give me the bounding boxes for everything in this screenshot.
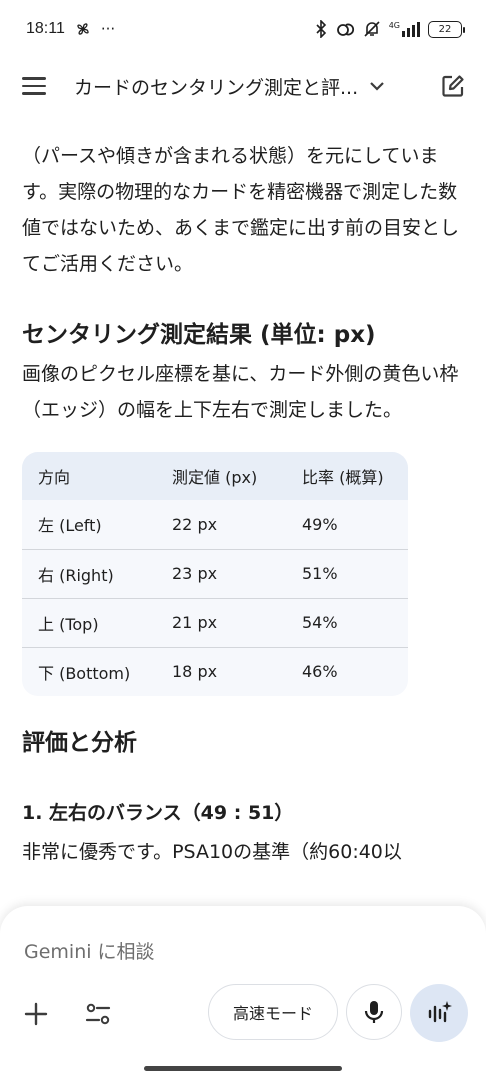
table-cell: 上 (Top)	[22, 597, 156, 647]
results-description: 画像のピクセル座標を基に、カード外側の黄色い枠（エッジ）の幅を上下左右で測定しま…	[22, 363, 459, 421]
edit-icon[interactable]	[440, 73, 466, 99]
table-row: 上 (Top) 21 px 54%	[22, 597, 408, 647]
prompt-input[interactable]: Gemini に相談	[24, 937, 155, 964]
mic-icon	[364, 1001, 384, 1023]
menu-icon[interactable]	[22, 72, 50, 100]
subsection-paragraph: 非常に優秀です。PSA10の基準（約60:40以	[22, 841, 402, 863]
table-cell: 23 px	[156, 548, 286, 598]
mic-button[interactable]	[346, 984, 402, 1040]
table-cell: 22 px	[172, 514, 218, 534]
live-button[interactable]	[410, 984, 468, 1042]
table-cell: 46%	[286, 646, 408, 696]
mode-label: 高速モード	[232, 1004, 313, 1023]
table-cell: 下 (Bottom)	[22, 646, 156, 696]
battery-icon: 22	[428, 20, 465, 38]
app-bar: カードのセンタリング測定と評...	[0, 58, 486, 114]
subsection-heading: 1. 左右のバランス（49 : 51）	[22, 802, 294, 824]
table-cell: 左 (Left)	[38, 516, 102, 536]
network-label: 4G	[388, 21, 400, 30]
table-cell: 51%	[286, 548, 408, 598]
pinwheel-icon	[77, 23, 89, 35]
intro-paragraph: （パースや傾きが含まれる状態）を元にしています。実際の物理的なカードを精密機器で…	[22, 145, 460, 275]
bluetooth-icon	[316, 20, 326, 38]
table-header-cell: 方向	[38, 468, 71, 487]
section-heading-analysis: 評価と分析	[22, 730, 137, 756]
table-cell: 49%	[302, 514, 338, 534]
table-header-cell: 比率 (概算)	[302, 468, 384, 487]
table-row: 下 (Bottom) 18 px 46%	[22, 646, 408, 696]
status-overflow: ···	[100, 20, 116, 38]
response-content: （パースや傾きが含まれる状態）を元にしています。実際の物理的なカードを精密機器で…	[22, 138, 462, 870]
centering-table: 方向 測定値 (px) 比率 (概算) 左 (Left) 22 px 49% 右…	[22, 452, 408, 696]
table-cell: 21 px	[156, 597, 286, 647]
tools-icon[interactable]	[84, 1000, 112, 1028]
link-icon	[336, 23, 354, 36]
table-cell: 右 (Right)	[22, 548, 156, 598]
table-header-cell: 測定値 (px)	[172, 468, 258, 487]
mode-selector-button[interactable]: 高速モード	[208, 984, 338, 1040]
battery-level: 22	[438, 23, 452, 35]
home-indicator	[144, 1066, 342, 1071]
table-cell: 18 px	[156, 646, 286, 696]
live-icon	[428, 1001, 452, 1023]
chevron-down-icon[interactable]	[366, 75, 388, 97]
table-header-row: 方向 測定値 (px) 比率 (概算)	[22, 452, 408, 500]
plus-icon[interactable]	[22, 1000, 50, 1028]
section-heading-results: センタリング測定結果 (単位: px)	[22, 322, 376, 348]
status-bar: 18:11 ··· 4G 22	[0, 0, 486, 58]
table-row: 右 (Right) 23 px 51%	[22, 548, 408, 598]
table-cell: 54%	[286, 597, 408, 647]
status-time: 18:11	[26, 20, 65, 37]
conversation-title[interactable]: カードのセンタリング測定と評...	[74, 73, 358, 100]
prompt-panel: Gemini に相談 高速モード	[0, 906, 486, 1080]
bell-off-icon	[364, 21, 380, 37]
table-row: 左 (Left) 22 px 49%	[22, 500, 408, 549]
signal-icon: 4G	[389, 21, 420, 37]
